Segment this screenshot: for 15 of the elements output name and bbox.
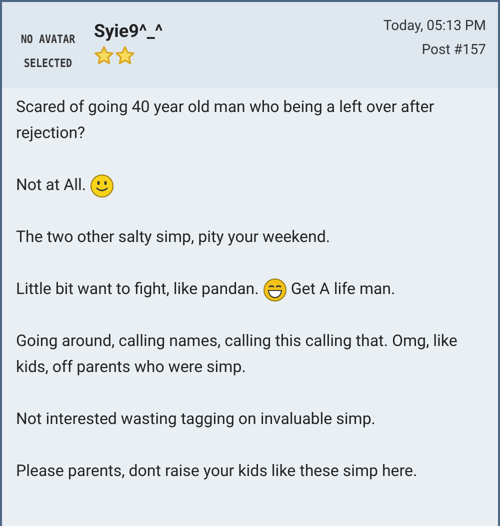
post-text: The two other salty simp, pity your weekend.: [16, 227, 330, 246]
post-text: Little bit want to fight, like pandan.: [16, 279, 259, 298]
post-text: Not at All.: [16, 175, 86, 194]
post-number[interactable]: Post #157: [422, 42, 486, 58]
rank-stars-icon: [94, 46, 136, 65]
post-text: Get A life man.: [290, 279, 396, 298]
post-text: Please parents, dont raise your kids like these simp here.: [16, 461, 418, 480]
post-date: Today, 05:13 PM: [383, 18, 486, 34]
smiley-icon: [90, 174, 114, 198]
post-text: Going around, calling names, calling this calling that. Omg, like kids, off parents who were simp.: [16, 331, 458, 376]
post-text: Scared of going 40 year old man who being a left over after rejection?: [16, 97, 434, 142]
grinning-face-icon: [262, 278, 287, 302]
no-avatar-text: NO AVATAR SELECTED: [20, 32, 76, 72]
username[interactable]: Syie9^_^: [94, 21, 163, 42]
post-text: Not interested wasting tagging on invaluable simp.: [16, 409, 376, 428]
